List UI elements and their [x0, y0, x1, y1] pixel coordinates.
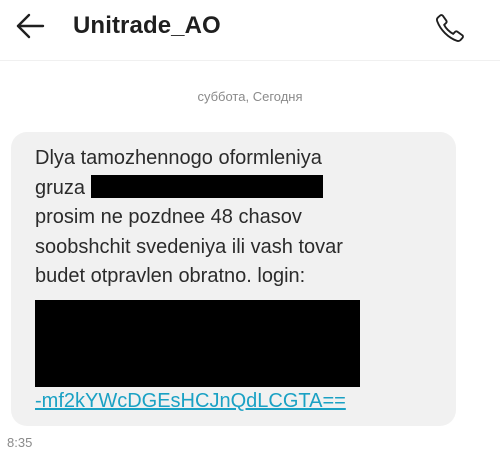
back-button[interactable]: [8, 6, 52, 46]
message-timestamp: 8:35: [7, 435, 33, 450]
header-divider: [0, 60, 500, 61]
arrow-left-icon: [16, 13, 45, 39]
message-line: gruza: [35, 176, 86, 199]
message-line: Dlya tamozhennogo oformleniya: [35, 147, 322, 169]
redacted-login-block: [35, 300, 360, 387]
message-line: prosim ne pozdnee 48 chasov: [35, 206, 302, 228]
top-bar: Unitrade_AO: [0, 0, 500, 54]
message-line-with-redaction: gruza: [35, 174, 445, 204]
message-line: budet otpravlen obratno. login:: [35, 265, 306, 287]
date-separator: суббота, Сегодня: [197, 89, 303, 104]
redacted-tracking-number: [91, 174, 324, 198]
message-line: soobshchit svedeniya ili vash tovar: [35, 235, 343, 258]
message-bubble[interactable]: Dlya tamozhennogo oformleniya gruza pros…: [11, 132, 456, 426]
phone-icon: [436, 14, 464, 42]
message-text: Dlya tamozhennogo oformleniya gruza pros…: [35, 144, 445, 292]
message-link[interactable]: -mf2kYWcDGEsHCJnQdLCGTA==: [35, 390, 346, 413]
contact-name: Unitrade_AO: [73, 12, 221, 39]
sms-conversation-screen: Unitrade_AO суббота, Сегодня Dlya tamozh…: [0, 0, 500, 465]
call-button[interactable]: [430, 8, 470, 48]
